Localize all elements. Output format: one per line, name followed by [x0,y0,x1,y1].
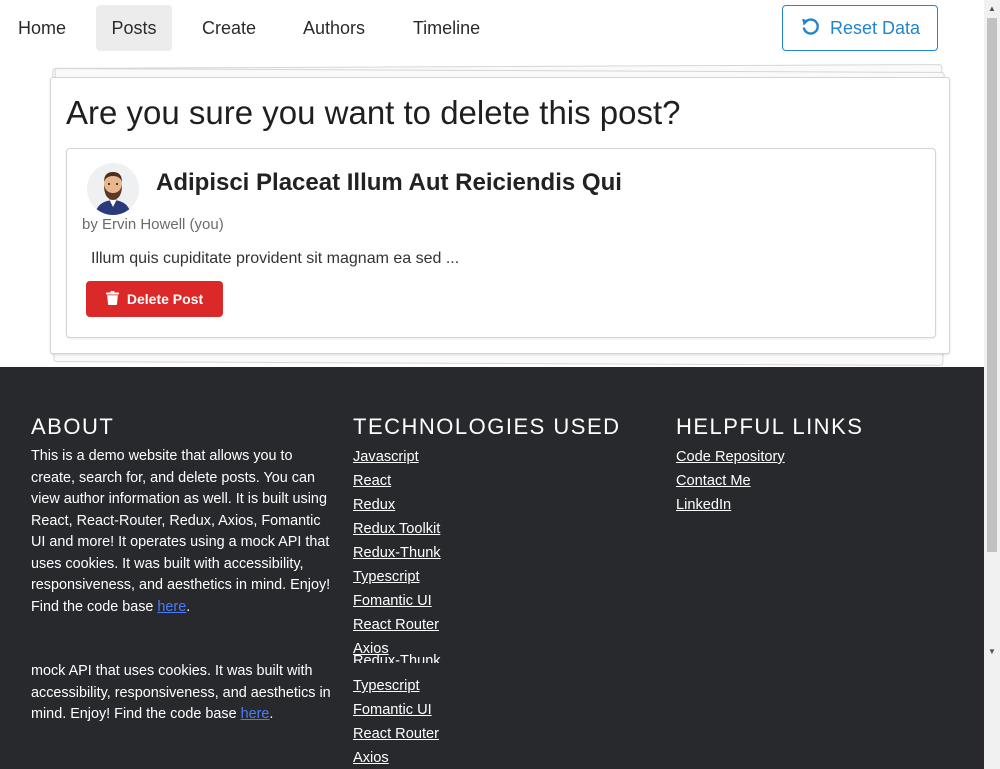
tech-link-react[interactable]: React [353,469,441,493]
link-code-repository[interactable]: Code Repository [676,445,785,469]
post-excerpt: Illum quis cupiditate provident sit magn… [91,250,460,267]
scroll-down-arrow-icon[interactable]: ▼ [984,643,1000,659]
code-base-link-duplicate[interactable]: here [241,706,270,722]
nav-authors[interactable]: Authors [289,5,379,51]
helpful-links-list: Code Repository Contact Me LinkedIn [676,445,785,517]
tech-link-redux-thunk[interactable]: Redux-Thunk [353,541,441,565]
tech-link-react-router-duplicate[interactable]: React Router [353,722,439,746]
trash-icon [105,290,119,308]
vertical-scrollbar[interactable]: ▲ ▼ [984,0,1000,769]
about-heading: ABOUT [31,414,115,439]
nav-create[interactable]: Create [191,5,267,51]
nav-home[interactable]: Home [5,5,79,51]
about-body-duplicate: mock API that uses cookies. It was built… [31,663,331,722]
top-navigation: Home Posts Create Authors Timeline Reset… [0,0,984,58]
tech-link-axios-duplicate[interactable]: Axios [353,746,439,769]
technologies-list-duplicate: Typescript Fomantic UI React Router Axio… [353,674,439,769]
site-footer: ABOUT This is a demo website that allows… [0,367,984,769]
tech-link-typescript-duplicate[interactable]: Typescript [353,674,439,698]
helpful-links-heading: HELPFUL LINKS [676,414,864,439]
code-base-link[interactable]: here [157,599,186,615]
tech-link-fomantic-ui[interactable]: Fomantic UI [353,589,441,613]
about-text: This is a demo website that allows you t… [31,446,331,618]
post-card: Adipisci Placeat Illum Aut Reiciendis Qu… [66,148,936,338]
post-author: by Ervin Howell (you) [82,216,224,233]
link-linkedin[interactable]: LinkedIn [676,493,785,517]
tech-link-redux-thunk-clipped[interactable]: Redux-Thunk [353,654,441,663]
tech-link-javascript[interactable]: Javascript [353,445,441,469]
tech-link-typescript[interactable]: Typescript [353,565,441,589]
about-period-duplicate: . [269,706,274,722]
about-body: This is a demo website that allows you t… [31,448,331,615]
technologies-list: Javascript React Redux Redux Toolkit Red… [353,445,441,661]
reset-data-label: Reset Data [829,17,921,38]
about-period: . [186,598,191,615]
scroll-up-arrow-icon[interactable]: ▲ [984,0,1000,16]
post-title: Adipisci Placeat Illum Aut Reiciendis Qu… [156,169,622,196]
nav-posts[interactable]: Posts [96,5,172,51]
undo-icon [800,16,820,41]
technologies-heading: TECHNOLOGIES USED [353,414,621,439]
tech-link-redux-toolkit[interactable]: Redux Toolkit [353,517,441,541]
author-avatar [87,163,139,215]
about-text-duplicate: mock API that uses cookies. It was built… [31,661,331,726]
tech-link-react-router[interactable]: React Router [353,613,441,637]
tech-link-fomantic-ui-duplicate[interactable]: Fomantic UI [353,698,439,722]
page-title: Are you sure you want to delete this pos… [66,94,681,131]
delete-confirmation-segment: Are you sure you want to delete this pos… [50,77,950,354]
delete-post-button[interactable]: Delete Post [86,281,223,317]
tech-link-redux[interactable]: Redux [353,493,441,517]
link-contact-me[interactable]: Contact Me [676,469,785,493]
nav-timeline[interactable]: Timeline [401,5,492,51]
scrollbar-thumb[interactable] [987,18,997,552]
reset-data-button[interactable]: Reset Data [782,5,938,51]
delete-post-label: Delete Post [126,291,204,307]
